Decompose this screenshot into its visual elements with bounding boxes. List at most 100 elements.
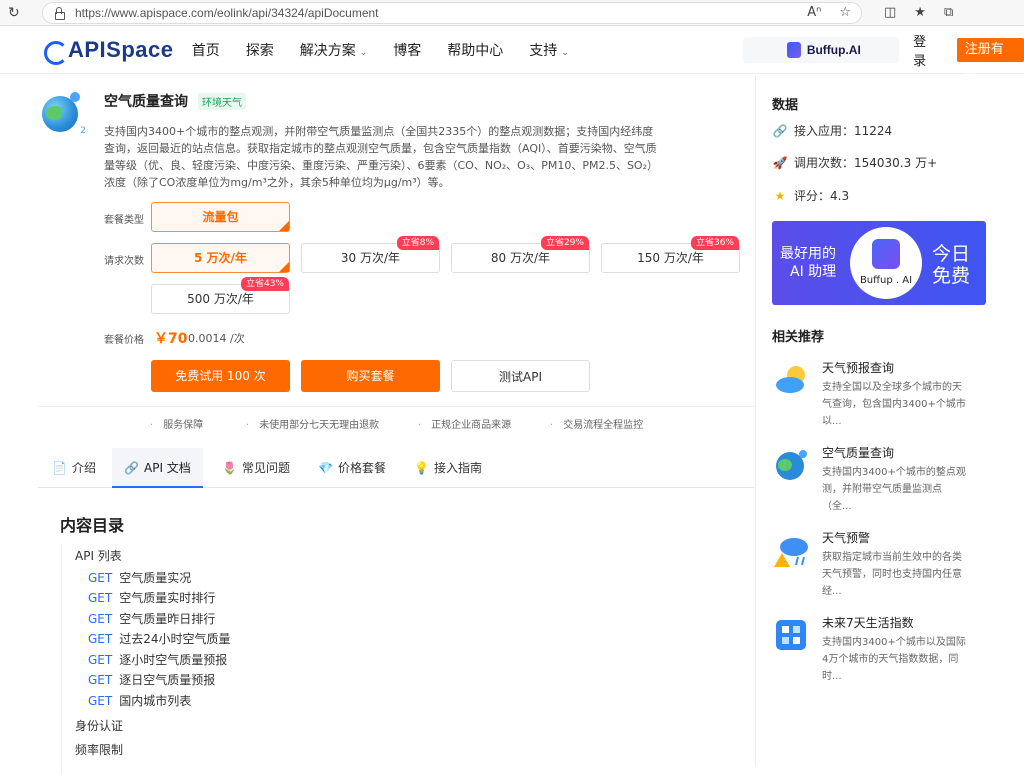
air-quality-icon: 2 bbox=[42, 92, 86, 136]
nav-blog[interactable]: 博客 bbox=[393, 40, 421, 60]
tab-bar: 📄 介绍 🔗 API 文档 🌷 常见问题 💎 价格套餐 💡 接入指南 bbox=[38, 448, 754, 488]
stats-title: 数据 bbox=[772, 98, 799, 113]
favorites-icon[interactable]: ★ bbox=[914, 5, 926, 20]
test-api-button[interactable]: 测试API bbox=[451, 360, 590, 392]
star-icon: ★ bbox=[774, 188, 786, 203]
flower-icon: 🌷 bbox=[222, 461, 237, 475]
diamond-icon: 💎 bbox=[318, 461, 333, 475]
chevron-down-icon: ⌄ bbox=[561, 47, 569, 58]
nav-home[interactable]: 首页 bbox=[192, 40, 220, 60]
price-label: 套餐价格 bbox=[104, 335, 144, 346]
buffup-logo: Buffup . AI bbox=[850, 227, 922, 299]
toc-title: 内容目录 bbox=[60, 516, 125, 535]
banner-line2: AI 助理 bbox=[790, 264, 837, 280]
favorite-star-icon[interactable]: ☆ bbox=[839, 5, 851, 20]
request-option[interactable]: 80 万次/年 立省29% bbox=[451, 236, 590, 273]
collections-icon[interactable]: ⧉ bbox=[944, 5, 953, 20]
life-index-icon bbox=[774, 618, 808, 652]
link-icon: 🔗 bbox=[124, 461, 139, 475]
banner-line1: 最好用的 bbox=[780, 246, 836, 262]
category-tag[interactable]: 环境天气 bbox=[198, 93, 246, 110]
read-aloud-icon[interactable]: Aⁿ bbox=[807, 5, 821, 20]
document-icon: 📄 bbox=[52, 461, 67, 475]
toc-auth[interactable]: 身份认证 bbox=[75, 717, 123, 734]
nav-support[interactable]: 支持 ⌄ bbox=[529, 40, 569, 60]
request-count-label: 请求次数 bbox=[104, 256, 144, 267]
link-icon: 🔗 bbox=[772, 123, 788, 138]
banner-brand: Buffup . AI bbox=[859, 275, 913, 286]
nav-explore[interactable]: 探索 bbox=[246, 40, 274, 60]
reload-icon[interactable]: ↻ bbox=[8, 5, 28, 21]
tab-faq[interactable]: 🌷 常见问题 bbox=[210, 448, 302, 488]
toc-api-list[interactable]: API 列表 bbox=[75, 547, 122, 564]
package-type-option[interactable]: 流量包 bbox=[151, 202, 290, 232]
logo[interactable]: APISpace bbox=[42, 36, 190, 65]
unit-price: 0.0014 /次 bbox=[188, 332, 245, 345]
guarantee-item: 正规企业商品来源 bbox=[418, 416, 511, 431]
main-content: 2 空气质量查询 环境天气 支持国内3400+个城市的整点观测，并附带空气质量监… bbox=[0, 76, 755, 774]
rec-name: 空气质量查询 bbox=[822, 446, 895, 460]
buy-package-button[interactable]: 购买套餐 bbox=[301, 360, 440, 392]
register-button[interactable]: 注册有礼 bbox=[956, 37, 1024, 81]
weather-warning-icon bbox=[774, 533, 808, 567]
tab-guide[interactable]: 💡 接入指南 bbox=[402, 448, 494, 488]
request-option[interactable]: 5 万次/年 bbox=[151, 243, 290, 273]
toc-item[interactable]: GET 逐小时空气质量预报 bbox=[88, 651, 227, 668]
tab-pricing[interactable]: 💎 价格套餐 bbox=[306, 448, 398, 488]
buffup-banner[interactable]: 最好用的 AI 助理 Buffup . AI 今日 免费 bbox=[772, 221, 986, 305]
bulb-icon: 💡 bbox=[414, 461, 429, 475]
price-value: ￥70 bbox=[154, 331, 188, 347]
package-type-label: 套餐类型 bbox=[104, 215, 144, 226]
guarantee-item: 服务保障 bbox=[150, 416, 203, 431]
free-trial-button[interactable]: 免费试用 100 次 bbox=[151, 360, 290, 392]
weather-cloud-icon bbox=[774, 363, 808, 397]
toc-item[interactable]: GET 空气质量昨日排行 bbox=[88, 610, 215, 627]
lock-icon[interactable] bbox=[53, 6, 65, 20]
rec-name: 天气预警 bbox=[822, 531, 871, 545]
toc-item[interactable]: GET 空气质量实时排行 bbox=[88, 589, 215, 606]
logo-text: APISpace bbox=[68, 36, 174, 62]
rec-name: 未来7天生活指数 bbox=[822, 616, 914, 630]
discount-badge: 立省29% bbox=[540, 236, 589, 250]
tab-api-docs[interactable]: 🔗 API 文档 bbox=[112, 448, 203, 488]
rec-name: 天气预报查询 bbox=[822, 361, 895, 375]
logo-mark-icon bbox=[42, 39, 68, 65]
recommendations-title: 相关推荐 bbox=[772, 330, 825, 345]
nav-solutions[interactable]: 解决方案 ⌄ bbox=[300, 40, 368, 60]
product-title: 空气质量查询 bbox=[104, 94, 188, 110]
guarantee-item: 未使用部分七天无理由退款 bbox=[246, 416, 379, 431]
toc-rate-limit[interactable]: 频率限制 bbox=[75, 741, 123, 758]
divider bbox=[38, 406, 754, 407]
url-text[interactable]: https://www.apispace.com/eolink/api/3432… bbox=[75, 6, 807, 20]
stat-apps: 🔗 接入应用：11224 bbox=[772, 123, 893, 139]
toc-item[interactable]: GET 空气质量实况 bbox=[88, 569, 191, 586]
request-option[interactable]: 30 万次/年 立省8% bbox=[301, 236, 440, 273]
split-screen-icon[interactable]: ◫ bbox=[884, 5, 896, 20]
guarantee-item: 交易流程全程监控 bbox=[550, 416, 643, 431]
promo-text: Buffup.AI bbox=[806, 42, 861, 57]
request-option[interactable]: 500 万次/年 立省43% bbox=[151, 277, 290, 314]
site-header: APISpace 首页 探索 解决方案 ⌄ 博客 帮助中心 支持 ⌄ Buffup.… bbox=[0, 26, 1024, 81]
toc-item[interactable]: GET 过去24小时空气质量 bbox=[88, 630, 231, 647]
nav-help[interactable]: 帮助中心 bbox=[447, 40, 503, 60]
discount-badge: 立省8% bbox=[396, 236, 439, 250]
request-option[interactable]: 150 万次/年 立省36% bbox=[601, 236, 740, 273]
rec-desc: 获取指定城市当前生效中的各类天气预警，同时也支持国内任意经... bbox=[822, 552, 962, 597]
rec-desc: 支持国内3400+个城市的整点观测，并附带空气质量监测点（全... bbox=[822, 467, 966, 512]
address-bar[interactable]: https://www.apispace.com/eolink/api/3432… bbox=[42, 1, 862, 24]
toc-item[interactable]: GET 逐日空气质量预报 bbox=[88, 671, 215, 688]
buffup-promo[interactable]: Buffup.AI bbox=[742, 36, 900, 63]
browser-toolbar: ↻ https://www.apispace.com/eolink/api/34… bbox=[0, 0, 1024, 26]
product-description: 支持国内3400+个城市的整点观测，并附带空气质量监测点（全国共2335个）的整… bbox=[104, 125, 658, 189]
stat-rating: ★ 评分：4.3 bbox=[772, 187, 849, 204]
buffup-logo-icon bbox=[872, 239, 900, 269]
tab-intro[interactable]: 📄 介绍 bbox=[40, 448, 108, 488]
rocket-icon: 🚀 bbox=[772, 155, 788, 170]
sidebar: 数据 🔗 接入应用：11224 🚀 调用次数：154030.3 万+ ★ 评分：4.3… bbox=[755, 76, 1024, 766]
toc-guide-line bbox=[61, 544, 62, 774]
rec-desc: 支持国内3400+个城市以及国际4万个城市的天气指数数据，同时... bbox=[822, 637, 966, 682]
rec-desc: 支持全国以及全球多个城市的天气查询，包含国内3400+个城市以... bbox=[822, 382, 966, 427]
toc-item[interactable]: GET 国内城市列表 bbox=[88, 692, 191, 709]
main-nav: 首页 探索 解决方案 ⌄ 博客 帮助中心 支持 ⌄ bbox=[192, 40, 595, 60]
login-link[interactable]: 登 录 bbox=[913, 31, 943, 69]
